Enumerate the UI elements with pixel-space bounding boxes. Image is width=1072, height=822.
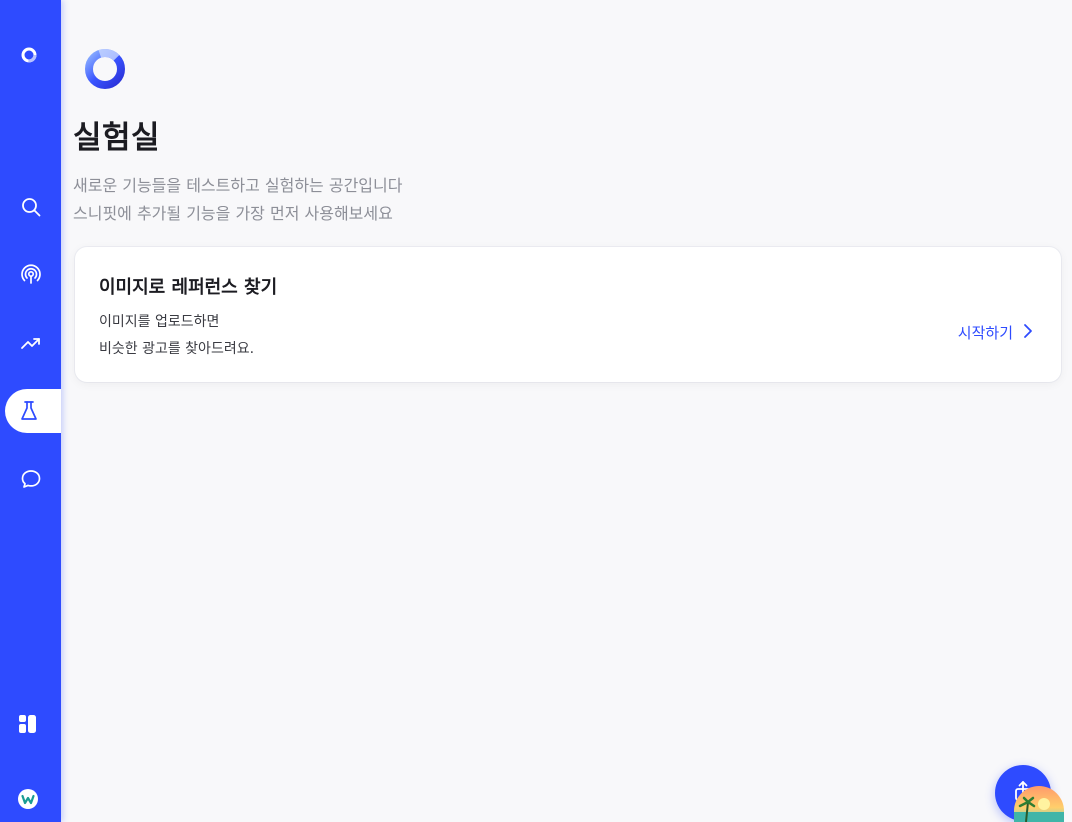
main-content: 실험실 새로운 기능들을 테스트하고 실험하는 공간입니다 스니핏에 추가될 기… <box>61 0 1072 822</box>
app-logo-icon[interactable] <box>19 45 39 65</box>
search-icon <box>20 196 42 218</box>
sidebar-item-chat[interactable] <box>0 457 61 501</box>
sidebar-item-broadcast[interactable] <box>0 253 61 297</box>
chevron-right-icon <box>1023 323 1033 343</box>
trending-up-icon <box>20 332 42 354</box>
sidebar-item-search[interactable] <box>0 185 61 229</box>
start-button[interactable]: 시작하기 <box>958 322 1033 343</box>
page-title: 실험실 <box>73 120 161 156</box>
page-subtitle-line2: 스니핏에 추가될 기능을 가장 먼저 사용해보세요 <box>73 204 393 223</box>
broadcast-icon <box>20 264 42 286</box>
lab-logo-icon <box>83 42 129 96</box>
grid-icon <box>18 714 38 738</box>
feature-card-image-reference[interactable]: 이미지로 레퍼런스 찾기 이미지를 업로드하면 비슷한 광고를 찾아드려요. 시… <box>75 247 1061 382</box>
chat-icon <box>20 468 42 490</box>
card-title: 이미지로 레퍼런스 찾기 <box>99 277 278 298</box>
sidebar-item-trending[interactable] <box>0 321 61 365</box>
card-description-line1: 이미지를 업로드하면 <box>99 314 220 330</box>
start-button-label: 시작하기 <box>957 324 1013 342</box>
card-description-line2: 비슷한 광고를 찾아드려요. <box>99 341 255 357</box>
sidebar <box>0 0 61 822</box>
sidebar-item-dashboard[interactable] <box>17 715 39 737</box>
sidebar-item-brand[interactable] <box>17 788 39 814</box>
sidebar-item-lab[interactable] <box>5 389 61 433</box>
w-logo-icon <box>17 788 39 814</box>
page-subtitle-line1: 새로운 기능들을 테스트하고 실험하는 공간입니다 <box>73 176 403 195</box>
app-window: 실험실 새로운 기능들을 테스트하고 실험하는 공간입니다 스니핏에 추가될 기… <box>0 0 1072 822</box>
flask-icon <box>19 400 39 422</box>
